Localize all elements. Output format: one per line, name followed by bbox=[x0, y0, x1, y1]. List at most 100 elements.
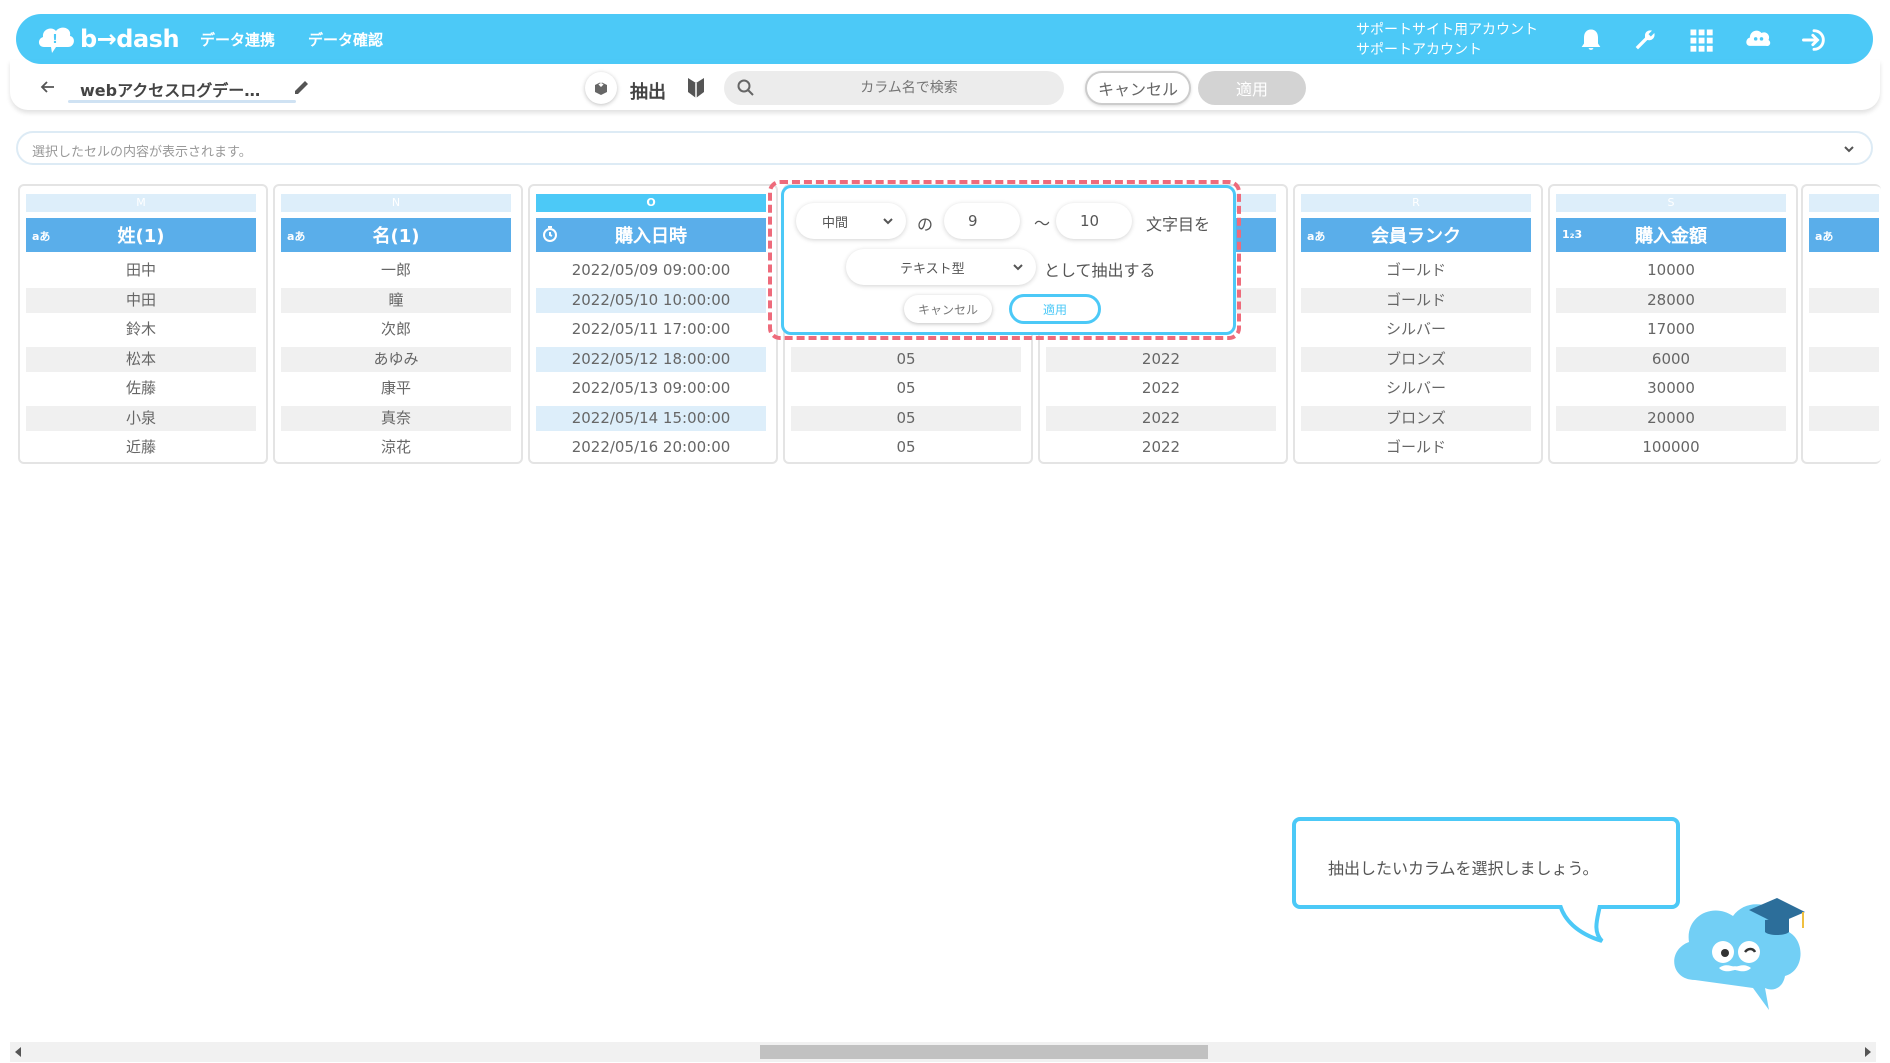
table-cell[interactable]: 2022/05/11 17:00:00 bbox=[536, 317, 766, 342]
table-cell[interactable]: 2022/05/13 09:00:00 bbox=[536, 376, 766, 401]
table-cell[interactable]: 2022 bbox=[1046, 346, 1276, 372]
table-cell[interactable]: 28000 bbox=[1556, 287, 1786, 313]
horizontal-scrollbar[interactable] bbox=[10, 1042, 1876, 1062]
table-cell[interactable]: 真奈 bbox=[281, 405, 511, 431]
data-column[interactable]: Maあ 姓(1) 田中中田鈴木松本佐藤小泉近藤 bbox=[18, 184, 268, 464]
table-cell[interactable]: 瞳 bbox=[281, 287, 511, 313]
column-letter[interactable]: M bbox=[26, 194, 256, 212]
mode-label: 抽出 bbox=[630, 82, 666, 103]
bell-icon[interactable] bbox=[1576, 25, 1606, 55]
data-column[interactable]: O 購入日時 2022/05/09 09:00:00 2022/05/10 10:00… bbox=[528, 184, 778, 464]
file-title[interactable]: webアクセスログデー… bbox=[80, 77, 260, 101]
table-cell[interactable] bbox=[1809, 376, 1879, 401]
column-header[interactable]: aあ 名(1) bbox=[281, 218, 511, 252]
popup-cancel-button[interactable]: キャンセル bbox=[904, 295, 992, 323]
scroll-right-arrow-icon[interactable] bbox=[1865, 1047, 1871, 1057]
position-select[interactable]: 中間 bbox=[796, 203, 906, 239]
table-cell[interactable]: 康平 bbox=[281, 376, 511, 401]
table-cell[interactable]: 10000 bbox=[1556, 258, 1786, 283]
logo[interactable]: ! b→dash bbox=[36, 23, 180, 55]
table-cell[interactable]: 05 bbox=[791, 405, 1021, 431]
table-cell[interactable]: 17000 bbox=[1556, 317, 1786, 342]
column-header[interactable]: aあ 姓(1) bbox=[26, 218, 256, 252]
apply-button[interactable]: 適用 bbox=[1198, 71, 1306, 105]
table-cell[interactable]: 2022/05/09 09:00:00 bbox=[536, 258, 766, 283]
table-cell[interactable]: 2022 bbox=[1046, 405, 1276, 431]
grid-icon[interactable] bbox=[1686, 25, 1716, 55]
table-cell[interactable]: 松本 bbox=[26, 346, 256, 372]
scrollbar-thumb[interactable] bbox=[760, 1045, 1208, 1059]
nav-data-check[interactable]: データ確認 bbox=[308, 29, 383, 50]
data-column[interactable]: Naあ 名(1) 一郎瞳次郎あゆみ康平真奈涼花 bbox=[273, 184, 523, 464]
table-cell[interactable]: あゆみ bbox=[281, 346, 511, 372]
popup-apply-button[interactable]: 適用 bbox=[1009, 294, 1101, 324]
table-cell[interactable] bbox=[1809, 346, 1879, 372]
data-column[interactable]: Raあ 会員ランク ゴールド ゴールド シルバー ブロンズ シルバー ブロンズ ゴールド bbox=[1293, 184, 1543, 464]
table-cell[interactable]: 近藤 bbox=[26, 435, 256, 460]
cancel-button[interactable]: キャンセル bbox=[1085, 71, 1191, 105]
table-cell[interactable]: 2022/05/12 18:00:00 bbox=[536, 346, 766, 372]
table-cell[interactable] bbox=[1809, 287, 1879, 313]
wrench-icon[interactable] bbox=[1630, 25, 1660, 55]
beginner-icon[interactable] bbox=[685, 76, 707, 100]
table-cell[interactable]: 2022/05/14 15:00:00 bbox=[536, 405, 766, 431]
mascot-icon[interactable] bbox=[1743, 25, 1773, 55]
table-cell[interactable]: シルバー bbox=[1301, 317, 1531, 342]
column-letter[interactable]: N bbox=[281, 194, 511, 212]
column-header[interactable]: aあ bbox=[1809, 218, 1879, 252]
table-cell[interactable]: ゴールド bbox=[1301, 287, 1531, 313]
column-header[interactable]: aあ 会員ランク bbox=[1301, 218, 1531, 252]
data-column[interactable]: S 1₂3 購入金額 10000 28000 17000 6000 30000 20000 100… bbox=[1548, 184, 1798, 464]
account-info[interactable]: サポートサイト用アカウント サポートアカウント bbox=[1356, 20, 1538, 60]
table-cell[interactable]: 中田 bbox=[26, 287, 256, 313]
search-input[interactable] bbox=[764, 71, 1054, 105]
table-cell[interactable]: 100000 bbox=[1556, 435, 1786, 460]
table-cell[interactable]: シルバー bbox=[1301, 376, 1531, 401]
table-cell[interactable]: 05 bbox=[791, 376, 1021, 401]
logout-icon[interactable] bbox=[1799, 25, 1829, 55]
table-cell[interactable]: ブロンズ bbox=[1301, 346, 1531, 372]
column-letter[interactable] bbox=[1809, 194, 1879, 212]
table-cell[interactable] bbox=[1809, 258, 1879, 283]
type-select[interactable]: テキスト型 bbox=[846, 249, 1036, 285]
column-letter[interactable]: O bbox=[536, 194, 766, 212]
table-cell[interactable]: 次郎 bbox=[281, 317, 511, 342]
table-cell[interactable]: 2022/05/16 20:00:00 bbox=[536, 435, 766, 460]
column-letter[interactable]: S bbox=[1556, 194, 1786, 212]
table-cell[interactable]: 05 bbox=[791, 435, 1021, 460]
nav-data-integration[interactable]: データ連携 bbox=[200, 29, 275, 50]
table-cell[interactable]: 一郎 bbox=[281, 258, 511, 283]
table-cell[interactable] bbox=[1809, 317, 1879, 342]
table-cell[interactable]: ゴールド bbox=[1301, 258, 1531, 283]
chevron-down-icon bbox=[1010, 259, 1026, 275]
table-cell[interactable]: 涼花 bbox=[281, 435, 511, 460]
table-cell[interactable]: ゴールド bbox=[1301, 435, 1531, 460]
table-cell[interactable]: 佐藤 bbox=[26, 376, 256, 401]
column-header[interactable]: 1₂3 購入金額 bbox=[1556, 218, 1786, 252]
table-cell[interactable]: 30000 bbox=[1556, 376, 1786, 401]
column-name: 購入日時 bbox=[615, 226, 687, 247]
from-input[interactable]: 9 bbox=[944, 203, 1020, 239]
table-cell[interactable]: ブロンズ bbox=[1301, 405, 1531, 431]
cell-content-bar[interactable]: 選択したセルの内容が表示されます。 bbox=[16, 131, 1873, 165]
table-cell[interactable]: 鈴木 bbox=[26, 317, 256, 342]
table-cell[interactable]: 20000 bbox=[1556, 405, 1786, 431]
to-input[interactable]: 10 bbox=[1056, 203, 1132, 239]
table-cell[interactable]: 田中 bbox=[26, 258, 256, 283]
table-cell[interactable] bbox=[1809, 405, 1879, 431]
column-letter[interactable]: R bbox=[1301, 194, 1531, 212]
column-header[interactable]: 購入日時 bbox=[536, 218, 766, 252]
table-cell[interactable]: 2022 bbox=[1046, 435, 1276, 460]
table-cell[interactable]: 2022 bbox=[1046, 376, 1276, 401]
data-column[interactable]: aあ bbox=[1801, 184, 1881, 464]
table-cell[interactable]: 6000 bbox=[1556, 346, 1786, 372]
table-cell[interactable]: 2022/05/10 10:00:00 bbox=[536, 287, 766, 313]
chevron-down-icon[interactable] bbox=[1841, 141, 1857, 157]
back-arrow-icon[interactable] bbox=[38, 77, 58, 97]
scroll-left-arrow-icon[interactable] bbox=[15, 1047, 21, 1057]
pencil-icon[interactable] bbox=[292, 77, 312, 97]
table-cell[interactable] bbox=[1809, 435, 1879, 460]
table-cell[interactable]: 05 bbox=[791, 346, 1021, 372]
bubble-tail bbox=[1558, 905, 1604, 943]
table-cell[interactable]: 小泉 bbox=[26, 405, 256, 431]
